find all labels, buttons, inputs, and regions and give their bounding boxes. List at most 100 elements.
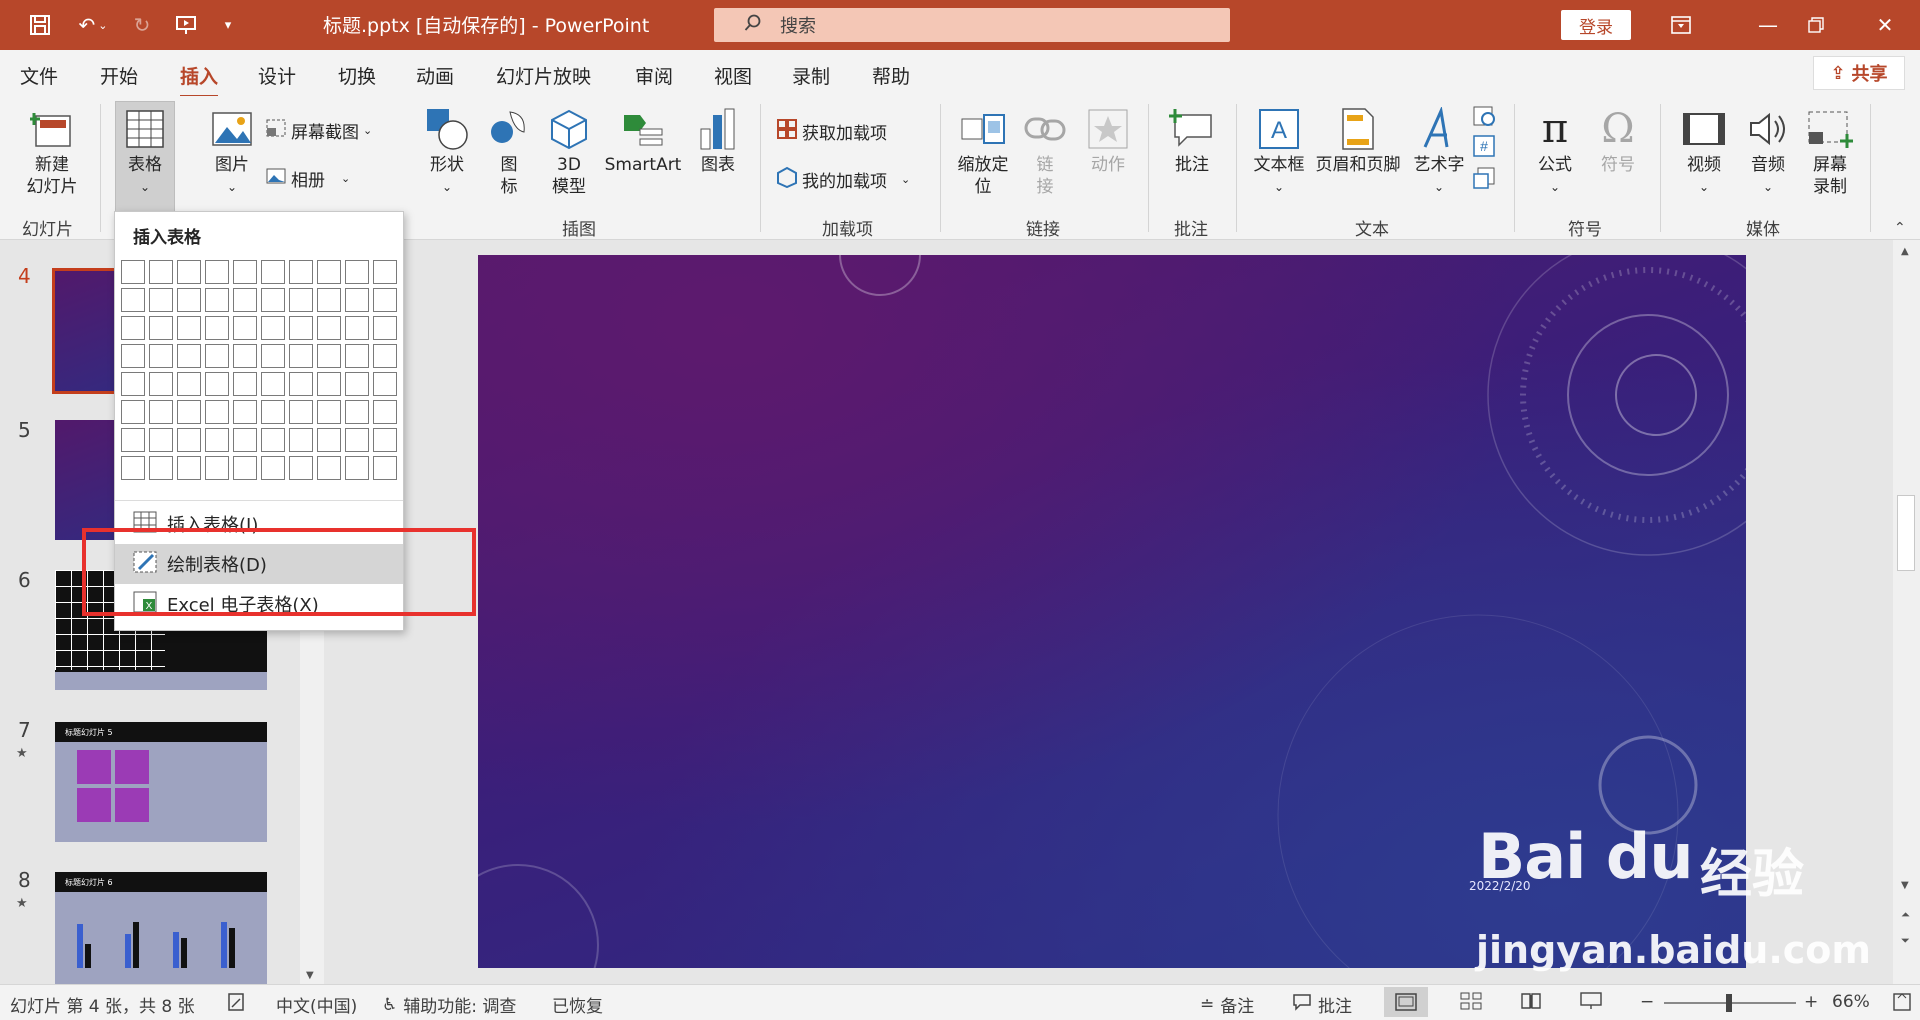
table-grid-cell[interactable] <box>261 456 285 480</box>
table-grid-cell[interactable] <box>345 344 369 368</box>
table-grid-cell[interactable] <box>233 400 257 424</box>
table-grid-cell[interactable] <box>205 400 229 424</box>
table-grid-cell[interactable] <box>289 344 313 368</box>
wordart-button[interactable]: 艺术字 ⌄ <box>1408 104 1470 198</box>
accessibility-status[interactable]: ♿ 辅助功能: 调查 <box>382 992 516 1018</box>
table-grid-cell[interactable] <box>233 316 257 340</box>
table-grid-cell[interactable] <box>121 344 145 368</box>
table-grid-cell[interactable] <box>345 400 369 424</box>
tab-view[interactable]: 视图 <box>714 62 752 89</box>
present-icon[interactable] <box>166 0 206 50</box>
textbox-button[interactable]: A 文本框 ⌄ <box>1248 104 1310 198</box>
zoom-level[interactable]: 66% <box>1832 992 1870 1012</box>
table-grid-cell[interactable] <box>121 288 145 312</box>
table-grid-cell[interactable] <box>121 372 145 396</box>
shapes-button[interactable]: 形状 ⌄ <box>420 104 474 198</box>
my-addins-button[interactable]: 我的加载项 ⌄ <box>776 166 910 193</box>
table-grid-cell[interactable] <box>149 372 173 396</box>
table-grid-cell[interactable] <box>373 456 397 480</box>
table-grid-cell[interactable] <box>205 372 229 396</box>
table-button[interactable]: 表格 ⌄ <box>116 104 174 198</box>
language-status[interactable]: 中文(中国) <box>276 992 357 1017</box>
table-grid-cell[interactable] <box>233 428 257 452</box>
table-grid-cell[interactable] <box>317 456 341 480</box>
table-grid-cell[interactable] <box>205 428 229 452</box>
table-grid-cell[interactable] <box>149 288 173 312</box>
zoom-in-icon[interactable]: + <box>1804 992 1818 1012</box>
table-grid-cell[interactable] <box>373 260 397 284</box>
close-icon[interactable]: ✕ <box>1862 0 1908 50</box>
table-grid-cell[interactable] <box>121 400 145 424</box>
table-grid-cell[interactable] <box>317 316 341 340</box>
3d-model-button[interactable]: 3D 模型 <box>544 104 594 198</box>
icons-button[interactable]: 图 标 <box>484 104 534 198</box>
tab-home[interactable]: 开始 <box>100 62 138 89</box>
table-grid-cell[interactable] <box>261 316 285 340</box>
tab-design[interactable]: 设计 <box>258 62 296 89</box>
table-grid-cell[interactable] <box>205 260 229 284</box>
zoom-button[interactable]: 缩放定 位 <box>950 104 1016 198</box>
login-button[interactable]: 登录 <box>1561 10 1631 40</box>
table-grid-cell[interactable] <box>233 260 257 284</box>
scroll-down-icon[interactable]: ▼ <box>306 970 314 981</box>
table-grid-cell[interactable] <box>177 260 201 284</box>
audio-button[interactable]: 音频 ⌄ <box>1740 104 1796 198</box>
action-button[interactable]: 动作 <box>1080 104 1136 176</box>
table-grid-cell[interactable] <box>317 400 341 424</box>
table-grid-cell[interactable] <box>317 372 341 396</box>
table-grid-cell[interactable] <box>317 288 341 312</box>
video-button[interactable]: 视频 ⌄ <box>1676 104 1732 198</box>
table-grid-cell[interactable] <box>233 288 257 312</box>
symbol-button[interactable]: Ω 符号 <box>1590 104 1646 176</box>
ribbon-display-icon[interactable] <box>1658 0 1704 50</box>
table-grid-cell[interactable] <box>177 344 201 368</box>
tab-file[interactable]: 文件 <box>20 62 58 89</box>
customize-toolbar-icon[interactable]: ▾ <box>210 0 246 50</box>
table-grid-cell[interactable] <box>289 260 313 284</box>
slide-sorter-view-icon[interactable] <box>1460 992 1482 1010</box>
table-grid-cell[interactable] <box>177 316 201 340</box>
table-grid-cell[interactable] <box>261 260 285 284</box>
table-grid-cell[interactable] <box>177 428 201 452</box>
restore-icon[interactable] <box>1793 0 1839 50</box>
zoom-slider[interactable] <box>1664 994 1796 1012</box>
tab-help[interactable]: 帮助 <box>872 62 910 89</box>
table-grid-cell[interactable] <box>261 288 285 312</box>
tab-transitions[interactable]: 切换 <box>338 62 376 89</box>
table-grid-cell[interactable] <box>373 372 397 396</box>
table-grid-cell[interactable] <box>317 428 341 452</box>
slide-number-button[interactable]: # <box>1472 134 1496 163</box>
table-grid-cell[interactable] <box>289 456 313 480</box>
chart-button[interactable]: 图表 <box>692 104 744 176</box>
previous-slide-icon[interactable]: ⏶ <box>1901 908 1910 922</box>
slide-thumbnail-7[interactable]: 标题幻灯片 5 <box>55 722 267 842</box>
minimize-icon[interactable]: — <box>1745 0 1791 50</box>
table-grid-cell[interactable] <box>345 428 369 452</box>
table-grid-cell[interactable] <box>373 344 397 368</box>
table-grid-cell[interactable] <box>149 400 173 424</box>
table-grid-cell[interactable] <box>121 260 145 284</box>
tab-animations[interactable]: 动画 <box>416 62 454 89</box>
slide-scrollbar[interactable]: ▲ ▼ ⏶ ⏷ <box>1893 240 1920 984</box>
search-box[interactable]: 搜索 <box>714 8 1230 42</box>
table-grid-cell[interactable] <box>205 316 229 340</box>
redo-icon[interactable]: ↻ <box>122 0 162 50</box>
table-grid-cell[interactable] <box>177 372 201 396</box>
table-grid-cell[interactable] <box>345 456 369 480</box>
table-grid-cell[interactable] <box>177 288 201 312</box>
comment-button[interactable]: 批注 <box>1162 104 1222 176</box>
table-grid-cell[interactable] <box>317 260 341 284</box>
tab-slideshow[interactable]: 幻灯片放映 <box>496 62 591 89</box>
notes-toggle-icon[interactable] <box>226 992 246 1012</box>
table-grid-cell[interactable] <box>373 428 397 452</box>
table-grid-cell[interactable] <box>289 288 313 312</box>
scroll-up-icon[interactable]: ▲ <box>1901 246 1909 257</box>
table-grid-cell[interactable] <box>177 456 201 480</box>
get-addins-button[interactable]: 获取加载项 <box>776 118 887 145</box>
fit-to-window-icon[interactable] <box>1892 992 1912 1012</box>
table-grid-cell[interactable] <box>261 344 285 368</box>
table-grid-cell[interactable] <box>345 260 369 284</box>
table-grid-cell[interactable] <box>233 372 257 396</box>
table-grid-cell[interactable] <box>373 288 397 312</box>
screenshot-button[interactable]: 屏幕截图 ⌄ <box>265 118 372 143</box>
